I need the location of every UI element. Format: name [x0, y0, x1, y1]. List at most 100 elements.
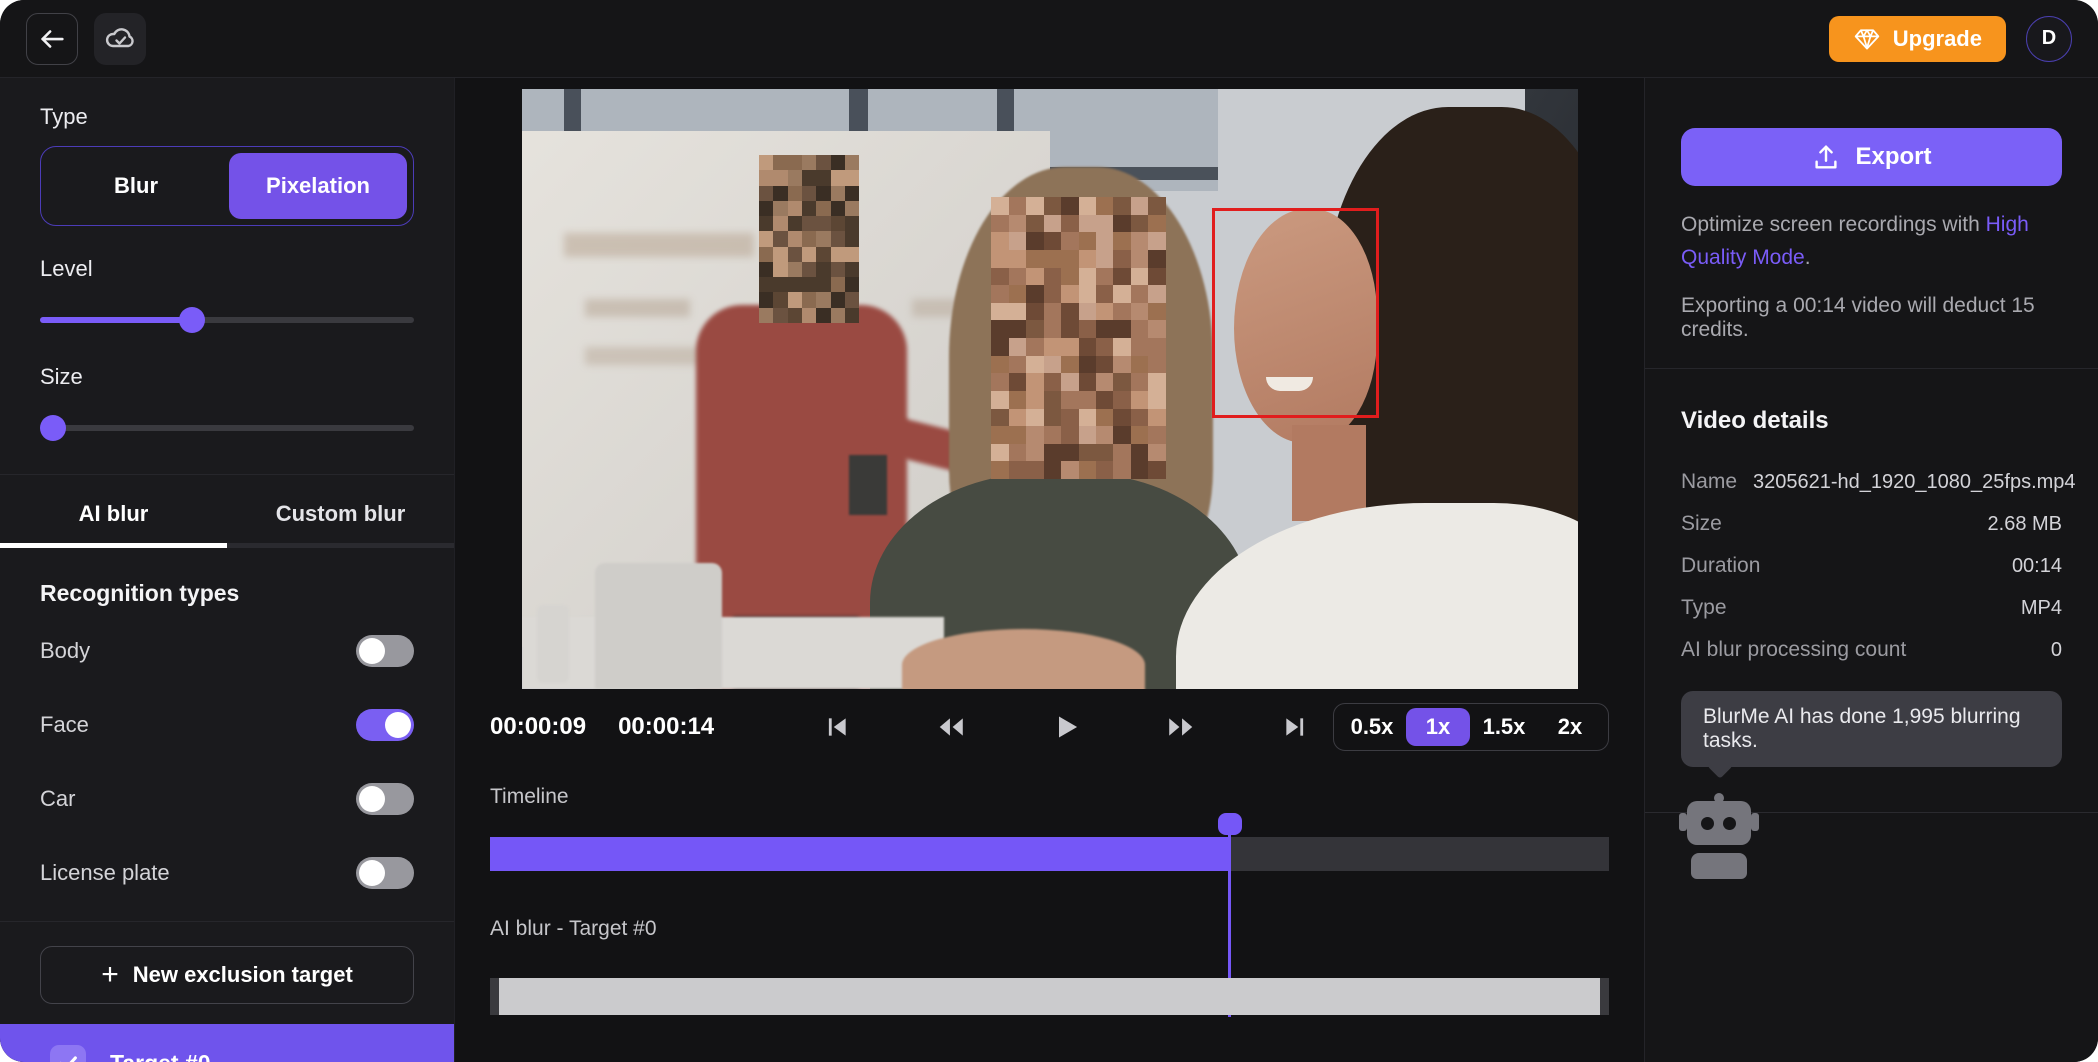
- blurme-app-window: Upgrade D Type Blur Pixelation Level Siz…: [0, 0, 2098, 1062]
- detail-key: AI blur processing count: [1681, 638, 1906, 662]
- new-exclusion-target-button[interactable]: + New exclusion target: [40, 946, 414, 1004]
- panel-divider: [1645, 368, 2098, 369]
- level-slider-fill: [40, 317, 190, 323]
- level-slider-handle[interactable]: [179, 307, 205, 333]
- upgrade-button[interactable]: Upgrade: [1829, 16, 2006, 62]
- detail-value: 3205621-hd_1920_1080_25fps.mp4: [1753, 471, 2076, 494]
- video-preview[interactable]: [522, 89, 1578, 689]
- optimize-note-text: Optimize screen recordings with: [1681, 213, 1986, 236]
- rewind-button[interactable]: [936, 714, 966, 740]
- toggle-knob: [359, 860, 385, 886]
- assistant-tooltip: BlurMe AI has done 1,995 blurring tasks.: [1681, 691, 2062, 767]
- cloud-check-icon: [103, 22, 137, 56]
- speed-1x[interactable]: 1x: [1406, 708, 1470, 746]
- skip-to-start-button[interactable]: [824, 714, 850, 740]
- upload-icon: [1811, 142, 1841, 172]
- detail-row-duration: Duration 00:14: [1681, 545, 2062, 587]
- robot-ear: [1679, 813, 1687, 831]
- blur-type-segmented-control: Blur Pixelation: [40, 146, 414, 226]
- timeline-section: Timeline AI blur - Target #0: [490, 785, 1609, 1017]
- skip-start-icon: [824, 714, 850, 740]
- export-details-panel: Export Optimize screen recordings with H…: [1644, 78, 2098, 1062]
- target-selection-box[interactable]: [1212, 208, 1379, 418]
- pixelated-face-overlay: [991, 197, 1165, 479]
- skip-end-icon: [1282, 714, 1308, 740]
- size-slider-handle[interactable]: [40, 415, 66, 441]
- play-icon: [1052, 713, 1080, 741]
- timeline-label: Timeline: [490, 785, 569, 809]
- target-0-list-item[interactable]: Target #0: [0, 1024, 454, 1062]
- recognition-row-body: Body: [40, 621, 414, 681]
- avatar-initial: D: [2042, 27, 2056, 50]
- whiteboard-writing: [585, 347, 712, 365]
- detail-key: Size: [1681, 512, 1722, 536]
- detail-key: Duration: [1681, 554, 1760, 578]
- upgrade-label: Upgrade: [1893, 26, 1982, 52]
- blur-option[interactable]: Blur: [47, 153, 225, 219]
- face-toggle[interactable]: [356, 709, 414, 741]
- playhead-handle[interactable]: [1218, 813, 1242, 835]
- toggle-knob: [359, 786, 385, 812]
- tab-custom-blur[interactable]: Custom blur: [227, 475, 454, 548]
- detail-row-name: Name 3205621-hd_1920_1080_25fps.mp4: [1681, 461, 2062, 503]
- video-details-heading: Video details: [1681, 407, 2062, 435]
- car-label: Car: [40, 786, 75, 812]
- recognition-types-heading: Recognition types: [40, 580, 414, 607]
- detail-row-type: Type MP4: [1681, 587, 2062, 629]
- target-0-label: Target #0: [110, 1050, 211, 1062]
- optimize-note-period: .: [1805, 246, 1811, 269]
- detail-value: 2.68 MB: [1988, 513, 2062, 536]
- robot-mascot-icon[interactable]: [1681, 793, 1757, 879]
- toggle-knob: [385, 712, 411, 738]
- tab-ai-blur[interactable]: AI blur: [0, 475, 227, 548]
- new-exclusion-target-label: New exclusion target: [133, 962, 353, 988]
- speed-2x[interactable]: 2x: [1538, 708, 1602, 746]
- playback-speed-group: 0.5x 1x 1.5x 2x: [1333, 703, 1609, 751]
- total-time: 00:00:14: [618, 713, 714, 741]
- blur-mode-tabs: AI blur Custom blur: [0, 475, 454, 548]
- size-slider[interactable]: [40, 414, 414, 442]
- detail-value: 0: [2051, 639, 2062, 662]
- robot-eye: [1701, 817, 1714, 830]
- whiteboard-writing: [585, 299, 691, 317]
- timeline-track[interactable]: [490, 837, 1609, 871]
- speed-0-5x[interactable]: 0.5x: [1340, 708, 1404, 746]
- target-0-checkbox[interactable]: [50, 1045, 86, 1062]
- skip-to-end-button[interactable]: [1282, 714, 1308, 740]
- robot-eye: [1723, 817, 1736, 830]
- detail-key: Type: [1681, 596, 1727, 620]
- cloud-sync-button[interactable]: [94, 13, 146, 65]
- back-button[interactable]: [26, 13, 78, 65]
- optimize-note: Optimize screen recordings with High Qua…: [1681, 208, 2062, 274]
- fast-forward-button[interactable]: [1166, 714, 1196, 740]
- blur-track-clip[interactable]: [490, 978, 1609, 1015]
- level-label: Level: [40, 256, 414, 282]
- preview-area: 00:00:09 00:00:14: [455, 78, 1644, 1062]
- video-details-list: Name 3205621-hd_1920_1080_25fps.mp4 Size…: [1681, 461, 2062, 671]
- detail-row-ai-blur-count: AI blur processing count 0: [1681, 629, 2062, 671]
- sidebar-divider: [0, 921, 454, 922]
- woman-blouse: [1176, 503, 1577, 689]
- export-label: Export: [1855, 143, 1931, 171]
- detail-value: 00:14: [2012, 555, 2062, 578]
- face-label: Face: [40, 712, 89, 738]
- export-button[interactable]: Export: [1681, 128, 2062, 186]
- speed-1-5x[interactable]: 1.5x: [1472, 708, 1536, 746]
- back-arrow-icon: [37, 24, 67, 54]
- body-toggle[interactable]: [356, 635, 414, 667]
- rewind-icon: [936, 714, 966, 740]
- playback-controls: 00:00:09 00:00:14: [490, 703, 1609, 751]
- car-toggle[interactable]: [356, 783, 414, 815]
- license-plate-toggle[interactable]: [356, 857, 414, 889]
- pinned-photo: [849, 455, 887, 515]
- recognition-row-face: Face: [40, 695, 414, 755]
- level-slider[interactable]: [40, 306, 414, 334]
- detail-key: Name: [1681, 470, 1737, 494]
- play-button[interactable]: [1052, 713, 1080, 741]
- user-avatar[interactable]: D: [2026, 16, 2072, 62]
- body-label: Body: [40, 638, 90, 664]
- current-time: 00:00:09: [490, 713, 586, 741]
- pixelation-option[interactable]: Pixelation: [229, 153, 407, 219]
- robot-ear: [1751, 813, 1759, 831]
- toggle-knob: [359, 638, 385, 664]
